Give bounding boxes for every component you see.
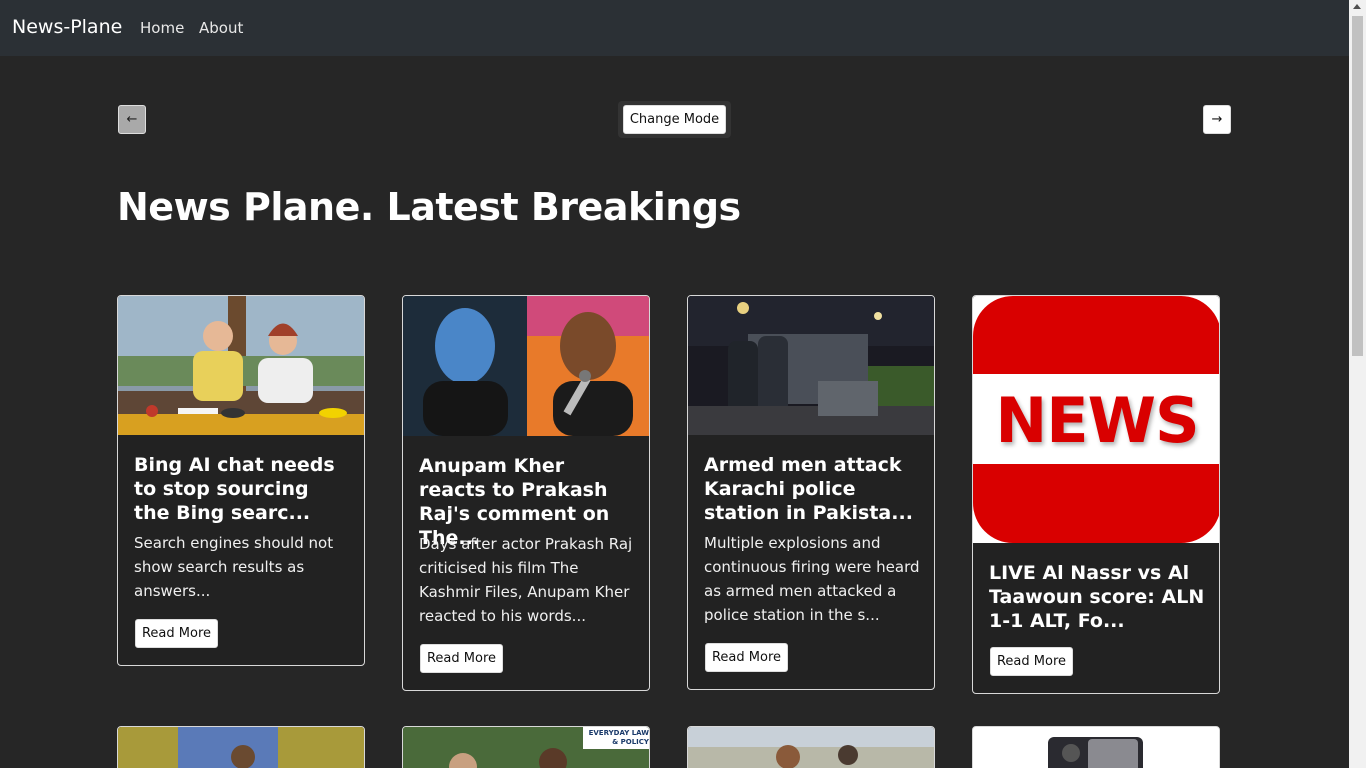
card-image xyxy=(688,727,934,768)
news-card: NEWS LIVE Al Nassr vs Al Taawoun score: … xyxy=(972,295,1220,694)
news-logo-text: NEWS xyxy=(995,384,1199,457)
news-card: Bing AI chat needs to stop sourcing the … xyxy=(117,295,365,666)
classroom-students-image xyxy=(118,296,364,435)
previous-page-button[interactable]: ← xyxy=(118,105,146,134)
change-mode-button[interactable]: Change Mode xyxy=(623,105,726,134)
scroll-up-arrow-icon[interactable] xyxy=(1353,4,1361,9)
card-description: Days after actor Prakash Raj criticised … xyxy=(419,535,633,625)
page-scrollbar[interactable] xyxy=(1349,0,1366,768)
card-image xyxy=(973,727,1219,768)
brand-logo[interactable]: News-Plane xyxy=(12,16,122,38)
card-description: Search engines should not show search re… xyxy=(134,534,334,600)
next-page-button[interactable]: → xyxy=(1203,105,1231,134)
news-card: Armed men attack Karachi police station … xyxy=(687,295,935,690)
navbar: News-Plane Home About xyxy=(0,0,1349,56)
news-card: Anupam Kher reacts to Prakash Raj's comm… xyxy=(402,295,650,691)
news-card xyxy=(972,726,1220,768)
news-card xyxy=(687,726,935,768)
card-image xyxy=(118,727,364,768)
actors-portrait-image xyxy=(403,296,649,436)
nav-link-about[interactable]: About xyxy=(199,19,243,37)
nav-link-home[interactable]: Home xyxy=(140,19,184,37)
news-card xyxy=(117,726,365,768)
read-more-button[interactable]: Read More xyxy=(705,643,788,672)
news-card: EVERYDAY LAW & POLICY xyxy=(402,726,650,768)
card-title: LIVE Al Nassr vs Al Taawoun score: ALN 1… xyxy=(989,562,1205,632)
police-night-image xyxy=(688,296,934,435)
news-logo-image: NEWS xyxy=(973,296,1219,543)
card-description: Multiple explosions and continuous firin… xyxy=(704,534,920,624)
read-more-button[interactable]: Read More xyxy=(990,647,1073,676)
card-title: Armed men attack Karachi police station … xyxy=(704,454,913,524)
card-title: Bing AI chat needs to stop sourcing the … xyxy=(134,454,335,524)
read-more-button[interactable]: Read More xyxy=(135,619,218,648)
page-title: News Plane. Latest Breakings xyxy=(117,185,741,229)
read-more-button[interactable]: Read More xyxy=(420,644,503,673)
scroll-thumb[interactable] xyxy=(1352,16,1363,356)
law-policy-badge: EVERYDAY LAW & POLICY xyxy=(588,729,649,746)
